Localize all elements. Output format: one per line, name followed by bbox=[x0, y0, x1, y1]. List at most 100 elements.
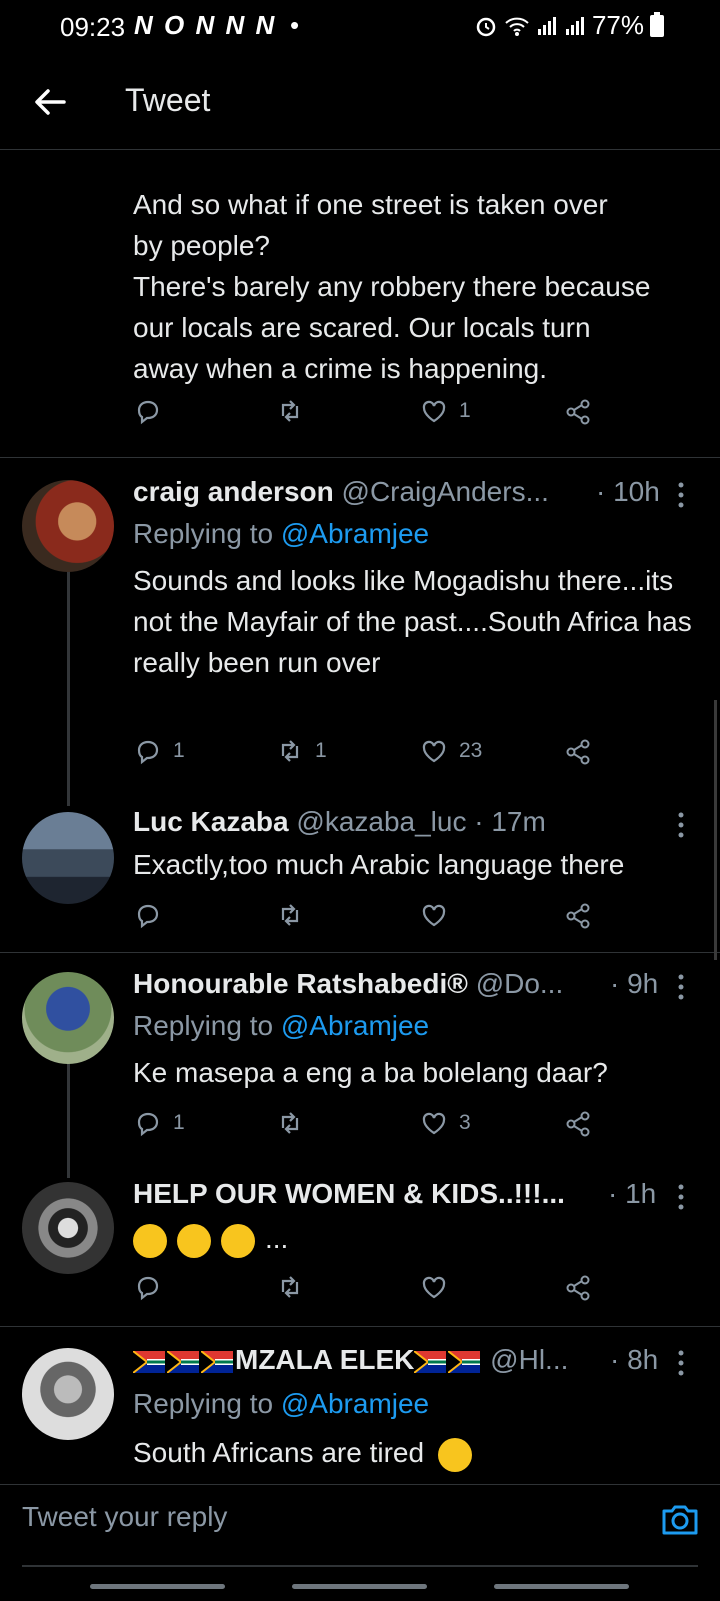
avatar[interactable] bbox=[22, 812, 114, 904]
reply-count: 1 bbox=[173, 1111, 185, 1134]
reply-input[interactable]: Tweet your reply bbox=[22, 1501, 227, 1533]
tweet-actions: 1 bbox=[133, 396, 613, 430]
heart-icon bbox=[422, 1276, 446, 1299]
retweet-button[interactable] bbox=[275, 900, 305, 930]
reply-icon bbox=[137, 1276, 159, 1301]
main-tweet[interactable]: And so what if one street is taken over … bbox=[0, 150, 720, 458]
user-handle[interactable]: @CraigAnders... bbox=[342, 476, 549, 507]
user-handle[interactable]: @Do... bbox=[476, 968, 564, 999]
tweet-actions: 1 3 bbox=[133, 1108, 613, 1142]
reply-text-content: South Africans are tired bbox=[133, 1437, 425, 1468]
like-count: 23 bbox=[459, 739, 483, 762]
retweet-button[interactable]: 1 bbox=[275, 736, 327, 766]
retweet-icon bbox=[281, 904, 299, 926]
like-button[interactable] bbox=[419, 900, 449, 930]
share-button[interactable] bbox=[563, 1272, 593, 1302]
display-name[interactable]: HELP OUR WOMEN & KIDS..!!!... bbox=[133, 1178, 565, 1209]
thread-line bbox=[67, 566, 70, 806]
more-options-icon[interactable] bbox=[676, 812, 686, 838]
status-time: 09:23 bbox=[60, 12, 126, 42]
like-count: 1 bbox=[459, 399, 471, 422]
top-bar: Tweet bbox=[0, 52, 720, 150]
reply-button[interactable] bbox=[133, 396, 163, 426]
display-name[interactable]: craig anderson bbox=[133, 476, 334, 507]
tweet-time: · 9h bbox=[610, 968, 659, 999]
divider bbox=[0, 952, 720, 953]
more-options-icon[interactable] bbox=[676, 974, 686, 1000]
reply-text: ... bbox=[133, 1218, 693, 1259]
display-name[interactable]: MZALA ELEK bbox=[235, 1344, 414, 1375]
retweet-button[interactable] bbox=[275, 396, 305, 426]
thread-line bbox=[67, 1062, 70, 1178]
reply-icon bbox=[137, 1112, 159, 1137]
avatar[interactable] bbox=[22, 972, 114, 1064]
retweet-icon bbox=[281, 1276, 299, 1298]
share-button[interactable] bbox=[563, 1108, 593, 1138]
retweet-icon bbox=[281, 740, 299, 762]
text-ellipsis: ... bbox=[265, 1223, 289, 1254]
more-options-icon[interactable] bbox=[676, 482, 686, 508]
tears-of-joy-emoji bbox=[221, 1223, 255, 1258]
heart-icon bbox=[422, 740, 446, 763]
mention-link[interactable]: @Abramjee bbox=[281, 518, 429, 549]
user-handle[interactable]: @kazaba_luc bbox=[296, 806, 466, 837]
signal-icon bbox=[537, 16, 556, 35]
south-africa-flag-icon bbox=[201, 1350, 233, 1373]
nav-back[interactable] bbox=[494, 1584, 629, 1589]
like-button[interactable] bbox=[419, 1272, 449, 1302]
scrollbar[interactable] bbox=[714, 700, 717, 960]
avatar[interactable] bbox=[22, 1182, 114, 1274]
reply-button[interactable]: 1 bbox=[133, 1108, 185, 1138]
heart-icon bbox=[422, 1112, 446, 1135]
south-africa-flag-icon bbox=[414, 1350, 447, 1373]
reply-text: Sounds and looks like Mogadishu there...… bbox=[133, 565, 692, 678]
share-button[interactable] bbox=[563, 396, 593, 426]
display-name[interactable]: Honourable Ratshabedi® bbox=[133, 968, 468, 999]
retweet-button[interactable] bbox=[275, 1108, 305, 1138]
share-button[interactable] bbox=[563, 736, 593, 766]
reply-header: Honourable Ratshabedi® @Do... bbox=[133, 968, 563, 1000]
south-africa-flag-icon bbox=[167, 1350, 199, 1373]
south-africa-flag-icon bbox=[133, 1350, 165, 1373]
nav-recents[interactable] bbox=[90, 1584, 225, 1589]
more-options-icon[interactable] bbox=[676, 1184, 686, 1210]
reply-icon bbox=[137, 400, 159, 425]
more-options-icon[interactable] bbox=[676, 1350, 686, 1376]
back-arrow-icon[interactable] bbox=[30, 82, 70, 122]
avatar[interactable] bbox=[22, 480, 114, 572]
alarm-icon bbox=[476, 17, 496, 36]
tweet-actions bbox=[133, 900, 613, 934]
rolling-laughing-emoji bbox=[177, 1223, 211, 1258]
tweet-time: · 17m bbox=[474, 806, 546, 837]
share-button[interactable] bbox=[563, 900, 593, 930]
mention-link[interactable]: @Abramjee bbox=[281, 1388, 429, 1419]
tweet-time: · 10h bbox=[596, 476, 660, 507]
nav-home[interactable] bbox=[292, 1584, 427, 1589]
reply-header: MZALA ELEK @Hl... bbox=[133, 1344, 568, 1376]
avatar[interactable] bbox=[22, 1348, 114, 1440]
user-handle[interactable]: @Hl... bbox=[490, 1344, 568, 1375]
reply-text: South Africans are tired bbox=[133, 1432, 693, 1473]
display-name[interactable]: Luc Kazaba bbox=[133, 806, 289, 837]
battery-percent: 77% bbox=[591, 10, 644, 40]
south-africa-flag-icon bbox=[448, 1350, 481, 1373]
reply-button[interactable] bbox=[133, 1272, 163, 1302]
like-button[interactable]: 3 bbox=[419, 1108, 471, 1138]
reply-button[interactable]: 1 bbox=[133, 736, 185, 766]
retweet-button[interactable] bbox=[275, 1272, 305, 1302]
heart-icon bbox=[422, 400, 446, 423]
retweet-count: 1 bbox=[315, 739, 327, 762]
camera-icon[interactable] bbox=[660, 1499, 700, 1539]
reply-text: Ke masepa a eng a ba bolelang daar? bbox=[133, 1057, 608, 1088]
reply-button[interactable] bbox=[133, 900, 163, 930]
like-button[interactable]: 1 bbox=[419, 396, 471, 426]
like-button[interactable]: 23 bbox=[419, 736, 482, 766]
reply-count: 1 bbox=[173, 739, 185, 762]
battery-icon bbox=[650, 11, 664, 37]
mention-link[interactable]: @Abramjee bbox=[281, 1010, 429, 1041]
retweet-icon bbox=[281, 400, 299, 422]
tweet-actions bbox=[133, 1272, 613, 1306]
reply-icon bbox=[137, 904, 159, 929]
share-icon bbox=[566, 1111, 590, 1137]
share-icon bbox=[566, 1275, 590, 1301]
